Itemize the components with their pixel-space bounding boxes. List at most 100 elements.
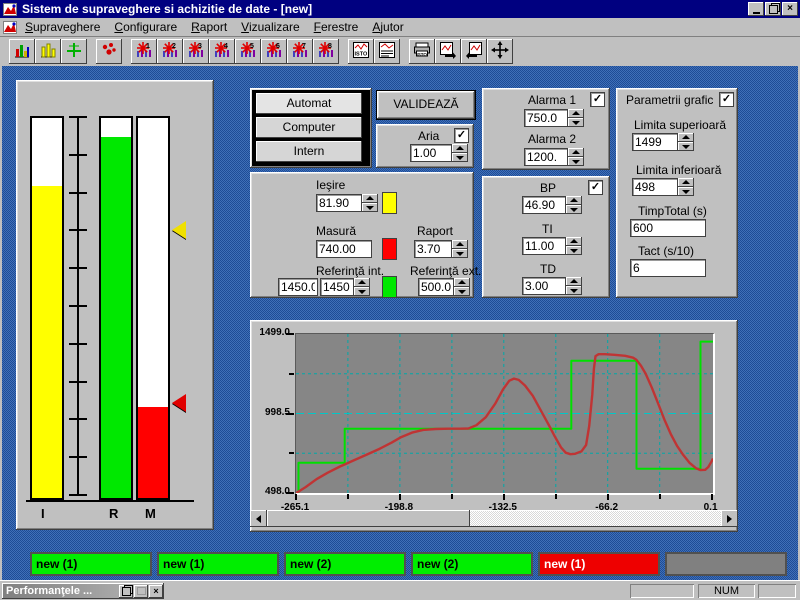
computer-button[interactable]: Computer bbox=[256, 117, 362, 138]
menu-item-configurare[interactable]: Configurare bbox=[107, 19, 184, 35]
spin-up-icon[interactable] bbox=[362, 194, 378, 203]
ref-int-display[interactable] bbox=[278, 278, 318, 296]
loop-2-button[interactable]: 2 bbox=[157, 39, 183, 64]
pid-checkbox[interactable]: ✓ bbox=[588, 180, 603, 195]
spin-up-icon[interactable] bbox=[678, 178, 694, 187]
chart-scrollbar[interactable] bbox=[250, 510, 738, 527]
loop-6-button[interactable]: 6 bbox=[261, 39, 287, 64]
channel-tab-5[interactable]: new (1) bbox=[538, 552, 660, 576]
alarm-checkbox[interactable]: ✓ bbox=[590, 92, 605, 107]
loop-8-button[interactable]: 8 bbox=[313, 39, 339, 64]
spin-down-icon[interactable] bbox=[354, 287, 370, 296]
ref-ext-spinner[interactable] bbox=[454, 278, 470, 296]
pan-move-button[interactable] bbox=[487, 39, 513, 64]
menu-item-ferestre[interactable]: Ferestre bbox=[307, 19, 366, 35]
valideaza-button[interactable]: VALIDEAZĂ bbox=[376, 90, 476, 120]
channel-tab-1[interactable]: new (1) bbox=[30, 552, 152, 576]
iesire-spinner[interactable] bbox=[362, 194, 378, 212]
limita-sup-spinner[interactable] bbox=[678, 133, 694, 151]
app-icon[interactable] bbox=[2, 2, 18, 16]
menu-item-ajutor[interactable]: Ajutor bbox=[365, 19, 410, 35]
scroll-thumb[interactable] bbox=[267, 510, 470, 527]
chart-export-button[interactable] bbox=[435, 39, 461, 64]
close-button[interactable]: × bbox=[782, 2, 798, 16]
scroll-left-button[interactable] bbox=[250, 510, 267, 527]
ref-ext-input[interactable] bbox=[418, 278, 454, 296]
setpoint-marker-icon[interactable] bbox=[172, 221, 186, 239]
aria-checkbox[interactable]: ✓ bbox=[454, 128, 469, 143]
restore-button[interactable] bbox=[765, 2, 781, 16]
menu-item-raport[interactable]: Raport bbox=[184, 19, 234, 35]
spin-down-icon[interactable] bbox=[678, 142, 694, 151]
bar-graph-yellow-button[interactable] bbox=[35, 39, 61, 64]
automat-button[interactable]: Automat bbox=[256, 93, 362, 114]
bp-input[interactable] bbox=[522, 196, 566, 214]
raport-input[interactable] bbox=[414, 240, 452, 258]
limita-inf-spinner[interactable] bbox=[678, 178, 694, 196]
spin-up-icon[interactable] bbox=[354, 278, 370, 287]
td-input[interactable] bbox=[522, 277, 566, 295]
loop-4-button[interactable]: 4 bbox=[209, 39, 235, 64]
loop-3-button[interactable]: 3 bbox=[183, 39, 209, 64]
menu-item-supraveghere[interactable]: Supraveghere bbox=[18, 19, 107, 35]
raport-spinner[interactable] bbox=[452, 240, 468, 258]
spin-up-icon[interactable] bbox=[566, 196, 582, 205]
menu-item-vizualizare[interactable]: Vizualizare bbox=[234, 19, 307, 35]
spin-up-icon[interactable] bbox=[566, 277, 582, 286]
ref-int-spinner[interactable] bbox=[354, 278, 370, 296]
loop-5-button[interactable]: 5 bbox=[235, 39, 261, 64]
channel-tab-2[interactable]: new (1) bbox=[157, 552, 279, 576]
measure-marker-icon[interactable] bbox=[172, 394, 186, 412]
trend-cursor-button[interactable] bbox=[61, 39, 87, 64]
ti-spinner[interactable] bbox=[566, 237, 582, 255]
spin-down-icon[interactable] bbox=[452, 249, 468, 258]
spin-down-icon[interactable] bbox=[566, 246, 582, 255]
graph-params-checkbox[interactable]: ✓ bbox=[719, 92, 734, 107]
channel-tab-4[interactable]: new (2) bbox=[411, 552, 533, 576]
timp-total-input[interactable] bbox=[630, 219, 706, 237]
tact-input[interactable] bbox=[630, 259, 706, 277]
masura-input[interactable] bbox=[316, 240, 372, 258]
print-isto-button[interactable]: ISTO bbox=[409, 39, 435, 64]
spin-down-icon[interactable] bbox=[452, 153, 468, 162]
alarma2-spinner[interactable] bbox=[568, 148, 584, 166]
loop-1-button[interactable]: 1 bbox=[131, 39, 157, 64]
alarma2-input[interactable] bbox=[524, 148, 568, 166]
ti-input[interactable] bbox=[522, 237, 566, 255]
aria-input[interactable] bbox=[410, 144, 452, 162]
bar-graph-color-button[interactable] bbox=[9, 39, 35, 64]
limita-sup-input[interactable] bbox=[632, 133, 678, 151]
channel-tab-empty[interactable] bbox=[665, 552, 787, 576]
loop-7-button[interactable]: 7 bbox=[287, 39, 313, 64]
spin-up-icon[interactable] bbox=[452, 144, 468, 153]
intern-button[interactable]: Intern bbox=[256, 141, 362, 162]
ref-int-input[interactable] bbox=[320, 278, 354, 296]
scatter-red-button[interactable] bbox=[96, 39, 122, 64]
spin-down-icon[interactable] bbox=[362, 203, 378, 212]
limita-inf-input[interactable] bbox=[632, 178, 678, 196]
chart-import-button[interactable] bbox=[461, 39, 487, 64]
minimized-window[interactable]: Performanţele ... × bbox=[2, 583, 164, 599]
spin-up-icon[interactable] bbox=[452, 240, 468, 249]
spin-up-icon[interactable] bbox=[568, 148, 584, 157]
spin-down-icon[interactable] bbox=[566, 205, 582, 214]
minimize-button[interactable] bbox=[748, 2, 764, 16]
minwin-restore-button[interactable] bbox=[119, 585, 133, 598]
title-bar[interactable]: Sistem de supraveghere si achizitie de d… bbox=[0, 0, 800, 18]
iesire-input[interactable] bbox=[316, 194, 362, 212]
minwin-maximize-button[interactable] bbox=[134, 585, 148, 598]
aria-spinner[interactable] bbox=[452, 144, 468, 162]
alarma1-spinner[interactable] bbox=[568, 109, 584, 127]
mdi-child-icon[interactable] bbox=[2, 20, 18, 34]
spin-up-icon[interactable] bbox=[454, 278, 470, 287]
spin-down-icon[interactable] bbox=[568, 118, 584, 127]
spin-up-icon[interactable] bbox=[678, 133, 694, 142]
report-lines-button[interactable] bbox=[374, 39, 400, 64]
histogram-isto-button[interactable]: ISTO bbox=[348, 39, 374, 64]
channel-tab-3[interactable]: new (2) bbox=[284, 552, 406, 576]
spin-up-icon[interactable] bbox=[568, 109, 584, 118]
spin-down-icon[interactable] bbox=[454, 287, 470, 296]
spin-down-icon[interactable] bbox=[678, 187, 694, 196]
spin-down-icon[interactable] bbox=[568, 157, 584, 166]
bp-spinner[interactable] bbox=[566, 196, 582, 214]
